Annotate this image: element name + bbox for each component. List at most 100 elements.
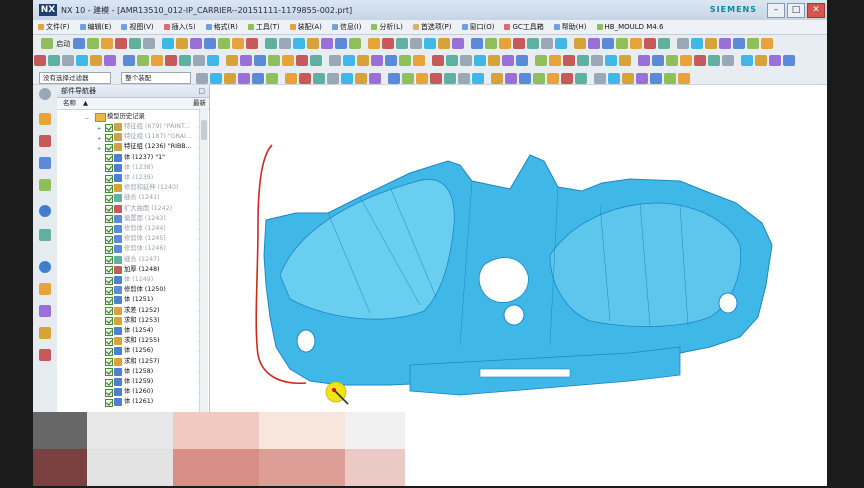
toolbar-tool-icon[interactable] xyxy=(527,38,540,49)
toolbar-tool-icon[interactable] xyxy=(666,55,678,66)
menu-item-2[interactable]: 视图(V) xyxy=(116,20,158,34)
toolbar-tool-icon[interactable] xyxy=(329,55,341,66)
toolbar-tool-icon[interactable] xyxy=(460,55,472,66)
toolbar-tool-icon[interactable] xyxy=(616,38,629,49)
toolbar-tool-icon[interactable] xyxy=(62,55,74,66)
menu-item-1[interactable]: 编辑(E) xyxy=(75,20,117,34)
toolbar-tool-icon[interactable] xyxy=(388,73,401,84)
menu-item-9[interactable]: 首选项(P) xyxy=(408,20,457,34)
navigator-close-icon[interactable]: □ xyxy=(198,85,205,97)
tree-item[interactable]: 体 (1258)✔ xyxy=(57,367,209,377)
role-icon[interactable] xyxy=(39,349,51,361)
toolbar-tool-icon[interactable] xyxy=(783,55,795,66)
toolbar-tool-icon[interactable] xyxy=(335,38,348,49)
toolbar-tool-icon[interactable] xyxy=(708,55,720,66)
toolbar-tool-icon[interactable] xyxy=(638,55,650,66)
toolbar-tool-icon[interactable] xyxy=(432,55,444,66)
visibility-checkbox[interactable] xyxy=(105,276,113,285)
toolbar-tool-icon[interactable] xyxy=(34,55,46,66)
toolbar-tool-icon[interactable] xyxy=(143,38,156,49)
toolbar-tool-icon[interactable] xyxy=(594,73,607,84)
toolbar-tool-icon[interactable] xyxy=(115,38,128,49)
toolbar-tool-icon[interactable] xyxy=(210,73,223,84)
toolbar-tool-icon[interactable] xyxy=(691,38,704,49)
visibility-checkbox[interactable] xyxy=(105,266,113,275)
toolbar-tool-icon[interactable] xyxy=(430,73,443,84)
toolbar-tool-icon[interactable] xyxy=(488,55,500,66)
toolbar-tool-icon[interactable] xyxy=(104,55,116,66)
toolbar-tool-icon[interactable] xyxy=(722,55,734,66)
close-button[interactable]: ✕ xyxy=(807,3,825,18)
tree-item[interactable]: 求和 (1253)✔ xyxy=(57,316,209,326)
visibility-checkbox[interactable] xyxy=(105,235,113,244)
tree-item[interactable]: 体 (1249)✔ xyxy=(57,275,209,285)
toolbar-tool-icon[interactable] xyxy=(541,38,554,49)
toolbar-tool-icon[interactable] xyxy=(399,55,411,66)
tree-item[interactable]: 求和 (1255)✔ xyxy=(57,336,209,346)
toolbar-tool-icon[interactable] xyxy=(385,55,397,66)
toolbar-tool-icon[interactable] xyxy=(755,55,767,66)
visibility-checkbox[interactable] xyxy=(105,215,113,224)
tree-root[interactable]: − 模型历史记录 xyxy=(57,112,209,122)
toolbar-tool-icon[interactable] xyxy=(279,38,292,49)
toolbar-tool-icon[interactable] xyxy=(246,38,259,49)
toolbar-tool-icon[interactable] xyxy=(307,38,320,49)
visibility-checkbox[interactable] xyxy=(105,347,113,356)
toolbar-tool-icon[interactable] xyxy=(636,73,649,84)
toolbar-tool-icon[interactable] xyxy=(218,38,231,49)
toolbar-tool-icon[interactable] xyxy=(513,38,526,49)
toolbar-tool-icon[interactable] xyxy=(416,73,429,84)
visibility-checkbox[interactable] xyxy=(105,194,113,203)
visibility-checkbox[interactable] xyxy=(105,327,113,336)
toolbar-tool-icon[interactable] xyxy=(491,73,504,84)
visibility-checkbox[interactable] xyxy=(105,398,113,407)
tree-item[interactable]: +特征组 (1187) "GRAI...✔ xyxy=(57,132,209,142)
toolbar-tool-icon[interactable] xyxy=(402,73,415,84)
assembly-navigator-icon[interactable] xyxy=(39,135,51,147)
visibility-checkbox[interactable] xyxy=(105,337,113,346)
toolbar-tool-icon[interactable] xyxy=(265,38,278,49)
toolbar-tool-icon[interactable] xyxy=(474,55,486,66)
visibility-checkbox[interactable] xyxy=(105,245,113,254)
tree-item[interactable]: 加厚 (1248)✔ xyxy=(57,265,209,275)
toolbar-tool-icon[interactable] xyxy=(285,73,298,84)
toolbar-tool-icon[interactable] xyxy=(555,38,568,49)
toolbar-tool-icon[interactable] xyxy=(226,55,238,66)
visibility-checkbox[interactable] xyxy=(105,143,113,152)
tree-item[interactable]: 体 (1256)✔ xyxy=(57,346,209,356)
menu-item-10[interactable]: 窗口(O) xyxy=(457,20,500,34)
menu-item-7[interactable]: 信息(I) xyxy=(327,20,367,34)
column-name[interactable]: 名称 xyxy=(63,98,76,109)
visibility-checkbox[interactable] xyxy=(105,307,113,316)
visibility-checkbox[interactable] xyxy=(105,317,113,326)
toolbar-tool-icon[interactable] xyxy=(605,55,617,66)
web-browser-icon[interactable] xyxy=(39,205,51,217)
tree-item[interactable]: 缝合 (1241)✔ xyxy=(57,193,209,203)
toolbar-tool-icon[interactable] xyxy=(630,38,643,49)
palette-icon[interactable] xyxy=(39,229,51,241)
visibility-checkbox[interactable] xyxy=(105,164,113,173)
toolbar-tool-icon[interactable] xyxy=(547,73,560,84)
tree-item[interactable]: 体 (1260)✔ xyxy=(57,387,209,397)
reuse-library-icon[interactable] xyxy=(39,179,51,191)
toolbar-tool-icon[interactable] xyxy=(444,73,457,84)
toolbar-tool-icon[interactable] xyxy=(90,55,102,66)
toolbar-tool-icon[interactable] xyxy=(769,55,781,66)
tree-item[interactable]: 体 (1237) "1"✔ xyxy=(57,153,209,163)
system-materials-icon[interactable] xyxy=(39,283,51,295)
toolbar-tool-icon[interactable] xyxy=(733,38,746,49)
toolbar-tool-icon[interactable] xyxy=(608,73,621,84)
toolbar-tool-icon[interactable] xyxy=(190,38,203,49)
tree-item[interactable]: 修剪体 (1246)✔ xyxy=(57,244,209,254)
visibility-checkbox[interactable] xyxy=(105,286,113,295)
visibility-checkbox[interactable] xyxy=(105,368,113,377)
selection-scope-select[interactable]: 整个装配 xyxy=(121,72,192,84)
toolbar-tool-icon[interactable] xyxy=(101,38,114,49)
toolbar-tool-icon[interactable] xyxy=(224,73,237,84)
menu-item-12[interactable]: 帮助(H) xyxy=(549,20,592,34)
visibility-checkbox[interactable] xyxy=(105,358,113,367)
visibility-checkbox[interactable] xyxy=(105,378,113,387)
toolbar-tool-icon[interactable] xyxy=(452,38,465,49)
toolbar-tool-icon[interactable] xyxy=(561,73,574,84)
menu-item-11[interactable]: GC工具箱 xyxy=(499,20,548,34)
